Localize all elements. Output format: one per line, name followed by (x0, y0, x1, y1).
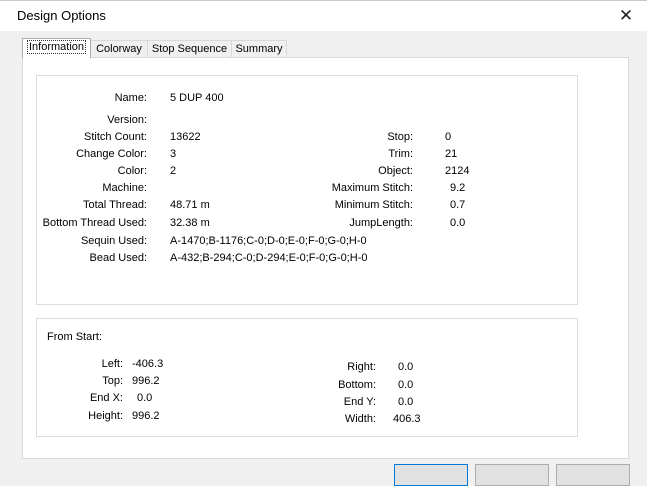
tab-stop-sequence[interactable]: Stop Sequence (147, 40, 232, 57)
from-start-heading: From Start: (47, 331, 103, 343)
end-y-label: End Y: (343, 396, 376, 408)
end-y-value: 0.0 (398, 396, 414, 408)
machine-label: Machine: (102, 182, 147, 194)
window-title: Design Options (17, 8, 106, 23)
end-x-label: End X: (89, 392, 123, 404)
jump-length-value: 0.0 (450, 217, 466, 229)
bottom-label: Bottom: (338, 379, 376, 391)
tab-information-label: Information (26, 40, 87, 54)
bead-used-label: Bead Used: (89, 252, 147, 264)
right-label: Right: (347, 361, 376, 373)
object-value: 2124 (445, 165, 470, 177)
design-options-dialog: Design Options ✕ Information Colorway St… (0, 0, 647, 486)
design-info-group: Name: 5 DUP 400 Version: Stitch Count: 1… (36, 75, 578, 305)
color-label: Color: (117, 165, 147, 177)
name-value: 5 DUP 400 (170, 92, 224, 104)
sequin-used-label: Sequin Used: (80, 235, 147, 247)
close-icon[interactable]: ✕ (617, 7, 635, 25)
cancel-button[interactable] (475, 464, 549, 486)
bottom-thread-label: Bottom Thread Used: (42, 217, 147, 229)
bead-used-value: A-432;B-294;C-0;D-294;E-0;F-0;G-0;H-0 (170, 252, 368, 264)
top-value: 996.2 (132, 375, 160, 387)
stitch-count-label: Stitch Count: (84, 131, 147, 143)
width-label: Width: (344, 413, 376, 425)
max-stitch-value: 9.2 (450, 182, 466, 194)
ok-button[interactable] (394, 464, 468, 486)
top-label: Top: (102, 375, 123, 387)
change-color-value: 3 (170, 148, 177, 160)
sequin-used-value: A-1470;B-1176;C-0;D-0;E-0;F-0;G-0;H-0 (170, 235, 367, 247)
bottom-value: 0.0 (398, 379, 414, 391)
min-stitch-label: Minimum Stitch: (334, 199, 413, 211)
apply-button[interactable] (556, 464, 630, 486)
max-stitch-label: Maximum Stitch: (331, 182, 413, 194)
object-label: Object: (378, 165, 413, 177)
min-stitch-value: 0.7 (450, 199, 466, 211)
information-panel: Name: 5 DUP 400 Version: Stitch Count: 1… (22, 57, 629, 459)
height-value: 996.2 (132, 410, 160, 422)
trim-label: Trim: (388, 148, 413, 160)
tab-colorway[interactable]: Colorway (90, 40, 148, 57)
total-thread-label: Total Thread: (82, 199, 147, 211)
left-value: -406.3 (132, 358, 164, 370)
stitch-count-value: 13622 (170, 131, 201, 143)
jump-length-label: JumpLength: (349, 217, 413, 229)
name-label: Name: (114, 92, 147, 104)
end-x-value: 0.0 (137, 392, 153, 404)
bottom-thread-value: 32.38 m (170, 217, 210, 229)
total-thread-value: 48.71 m (170, 199, 210, 211)
trim-value: 21 (445, 148, 458, 160)
width-value: 406.3 (393, 413, 421, 425)
stop-value: 0 (445, 131, 452, 143)
tab-information[interactable]: Information (22, 38, 91, 58)
height-label: Height: (88, 410, 123, 422)
stop-label: Stop: (387, 131, 413, 143)
right-value: 0.0 (398, 361, 414, 373)
left-label: Left: (101, 358, 123, 370)
change-color-label: Change Color: (76, 148, 147, 160)
color-value: 2 (170, 165, 177, 177)
from-start-group: From Start: Left: -406.3 Top: 996.2 End … (36, 318, 578, 437)
version-label: Version: (107, 114, 147, 126)
title-bar: Design Options ✕ (0, 1, 647, 31)
tab-summary[interactable]: Summary (231, 40, 287, 57)
